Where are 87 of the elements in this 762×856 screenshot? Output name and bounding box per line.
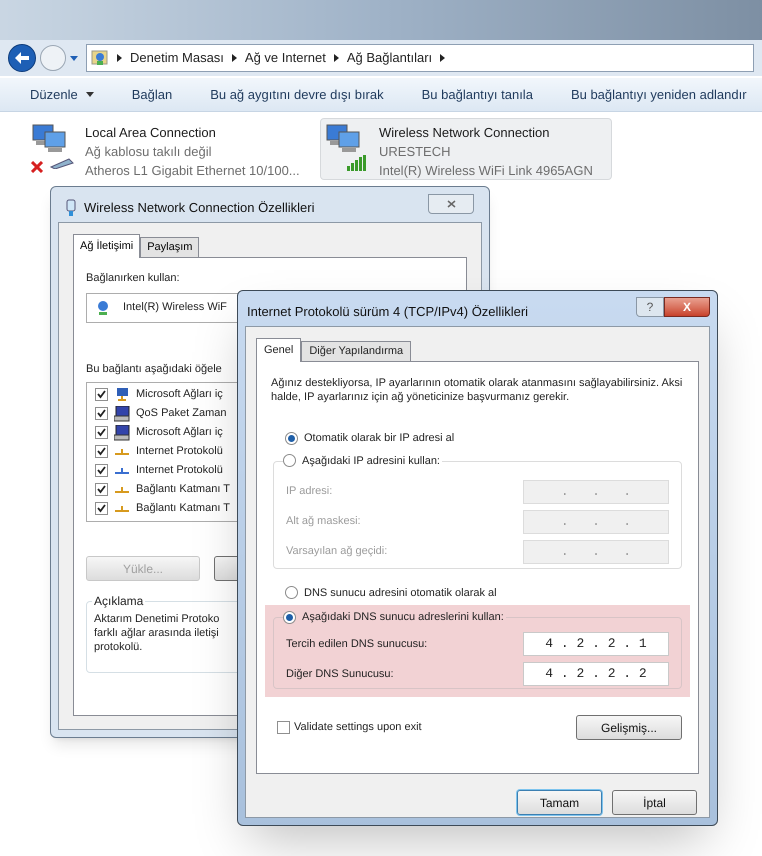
- checkbox[interactable]: [95, 502, 108, 515]
- signal-bars-icon: [347, 155, 369, 171]
- computer-icon: [114, 406, 130, 422]
- dialog-button[interactable]: İptal: [612, 790, 697, 815]
- tab[interactable]: Paylaşım: [140, 237, 200, 257]
- connection-name: Local Area Connection: [85, 124, 217, 142]
- protocol-icon: [114, 504, 130, 514]
- adapter-name: Atheros L1 Gigabit Ethernet 10/100...: [85, 162, 300, 180]
- checkbox[interactable]: [277, 721, 290, 734]
- caret-icon: [86, 92, 94, 97]
- radio-label[interactable]: DNS sunucu adresini otomatik olarak al: [304, 584, 497, 601]
- field-label: Tercih edilen DNS sunucusu:: [286, 636, 428, 652]
- ip-address-field[interactable]: 4 . 2 . 2 . 1: [523, 632, 669, 656]
- list-item[interactable]: Microsoft Ağları iç: [136, 424, 223, 441]
- protocol-icon: [114, 466, 130, 476]
- checkbox-label[interactable]: Validate settings upon exit: [294, 719, 422, 736]
- toolbar-button[interactable]: Düzenle: [30, 84, 94, 104]
- protocol-icon: [114, 484, 130, 494]
- back-arrow-icon: [15, 52, 29, 64]
- radio-button[interactable]: [283, 610, 296, 624]
- protocol-icon: [114, 446, 130, 456]
- intro-text: Ağınız destekliyorsa, IP ayarlarının otomatik olarak atanmasını sağlayabilirsiniz. Aksi halde, IP ayarlarınız için ağ yöneticinize başvurmanız gerekir.: [271, 376, 684, 404]
- advanced-button[interactable]: Gelişmiş...: [576, 715, 682, 740]
- chevron-icon: [334, 54, 339, 62]
- connection-status: URESTECH: [379, 143, 452, 161]
- dialog-button[interactable]: Tamam: [517, 790, 602, 815]
- ip-address-field[interactable]: 4 . 2 . 2 . 2: [523, 662, 669, 686]
- breadcrumb[interactable]: Ağ ve Internet: [244, 48, 326, 68]
- network-client-icon: [114, 388, 130, 402]
- tab[interactable]: Genel: [256, 338, 302, 362]
- description-line: Aktarım Denetimi Protoko: [94, 612, 220, 626]
- chevron-icon: [232, 54, 237, 62]
- field-label: Bağlanırken kullan:: [86, 271, 181, 286]
- field-label: Diğer DNS Sunucusu:: [286, 666, 394, 682]
- caret-icon[interactable]: [70, 56, 78, 60]
- breadcrumb[interactable]: Denetim Masası: [130, 48, 224, 68]
- group-label: Açıklama: [92, 594, 146, 608]
- list-item[interactable]: Internet Protokolü: [136, 443, 223, 460]
- checkbox[interactable]: [95, 426, 108, 439]
- connection-name: Wireless Network Connection: [379, 124, 551, 142]
- adapter-icon: [66, 199, 76, 217]
- address-bar[interactable]: Denetim Masası Ağ ve Internet Ağ Bağlantıları: [86, 44, 754, 72]
- tab[interactable]: Ağ İletişimi: [73, 234, 140, 258]
- radio-label[interactable]: Aşağıdaki IP adresini kullan:: [302, 452, 440, 469]
- list-item[interactable]: Bağlantı Katmanı T: [136, 500, 230, 517]
- chevron-icon: [440, 54, 446, 62]
- checkbox[interactable]: [95, 483, 108, 496]
- connection-item[interactable]: Local Area Connection Ağ kablosu takılı değil Atheros L1 Gigabit Ethernet 10/100...: [26, 118, 318, 180]
- help-button[interactable]: ?: [636, 297, 664, 317]
- computer-icon: [114, 424, 130, 440]
- toolbar-button[interactable]: Bu ağ aygıtını devre dışı bırak: [210, 84, 384, 104]
- list-label: Bu bağlantı aşağıdaki öğele: [86, 362, 223, 376]
- list-item[interactable]: Internet Protokolü: [136, 462, 223, 479]
- radio-button[interactable]: [285, 586, 298, 600]
- connection-item[interactable]: Wireless Network Connection URESTECH Intel(R) Wireless WiFi Link 4965AGN: [320, 118, 612, 180]
- list-item[interactable]: Microsoft Ağları iç: [136, 386, 223, 403]
- control-panel-icon: [91, 49, 109, 67]
- radio-button[interactable]: [285, 432, 298, 445]
- toolbar-button[interactable]: Bu bağlantıyı tanıla: [422, 84, 533, 104]
- adapter-name: Intel(R) Wireless WiF: [123, 300, 227, 316]
- close-button[interactable]: [428, 194, 474, 214]
- description-line: protokolü.: [94, 640, 142, 654]
- breadcrumb[interactable]: Ağ Bağlantıları: [346, 48, 432, 68]
- radio-button[interactable]: [283, 454, 296, 468]
- description-line: farklı ağlar arasında iletişi: [94, 626, 219, 640]
- list-item[interactable]: Bağlantı Katmanı T: [136, 481, 230, 498]
- radio-label[interactable]: Aşağıdaki DNS sunucu adreslerini kullan:: [302, 609, 504, 626]
- close-icon: [446, 200, 456, 208]
- list-item[interactable]: QoS Paket Zaman: [136, 405, 226, 422]
- radio-label[interactable]: Otomatik olarak bir IP adresi al: [304, 430, 454, 446]
- network-adapter-icon: [95, 300, 111, 316]
- window-title: Wireless Network Connection Özellikleri: [84, 199, 316, 218]
- tab[interactable]: Diğer Yapılandırma: [301, 341, 412, 361]
- checkbox[interactable]: [95, 407, 108, 420]
- toolbar-button[interactable]: Bağlan: [132, 84, 172, 104]
- chevron-icon: [117, 54, 122, 62]
- connection-status: Ağ kablosu takılı değil: [85, 143, 212, 161]
- checkbox[interactable]: [95, 464, 108, 477]
- field-label: Varsayılan ağ geçidi:: [286, 544, 388, 560]
- field-label: IP adresi:: [286, 484, 332, 500]
- checkbox[interactable]: [95, 445, 108, 458]
- field-label: Alt ağ maskesi:: [286, 514, 361, 530]
- back-button[interactable]: [8, 44, 36, 72]
- window-title: Internet Protokolü sürüm 4 (TCP/IPv4) Özellikleri: [247, 303, 530, 322]
- adapter-name: Intel(R) Wireless WiFi Link 4965AGN: [379, 162, 593, 180]
- checkbox[interactable]: [95, 388, 108, 401]
- toolbar-button[interactable]: Bu bağlantıyı yeniden adlandır: [570, 84, 747, 104]
